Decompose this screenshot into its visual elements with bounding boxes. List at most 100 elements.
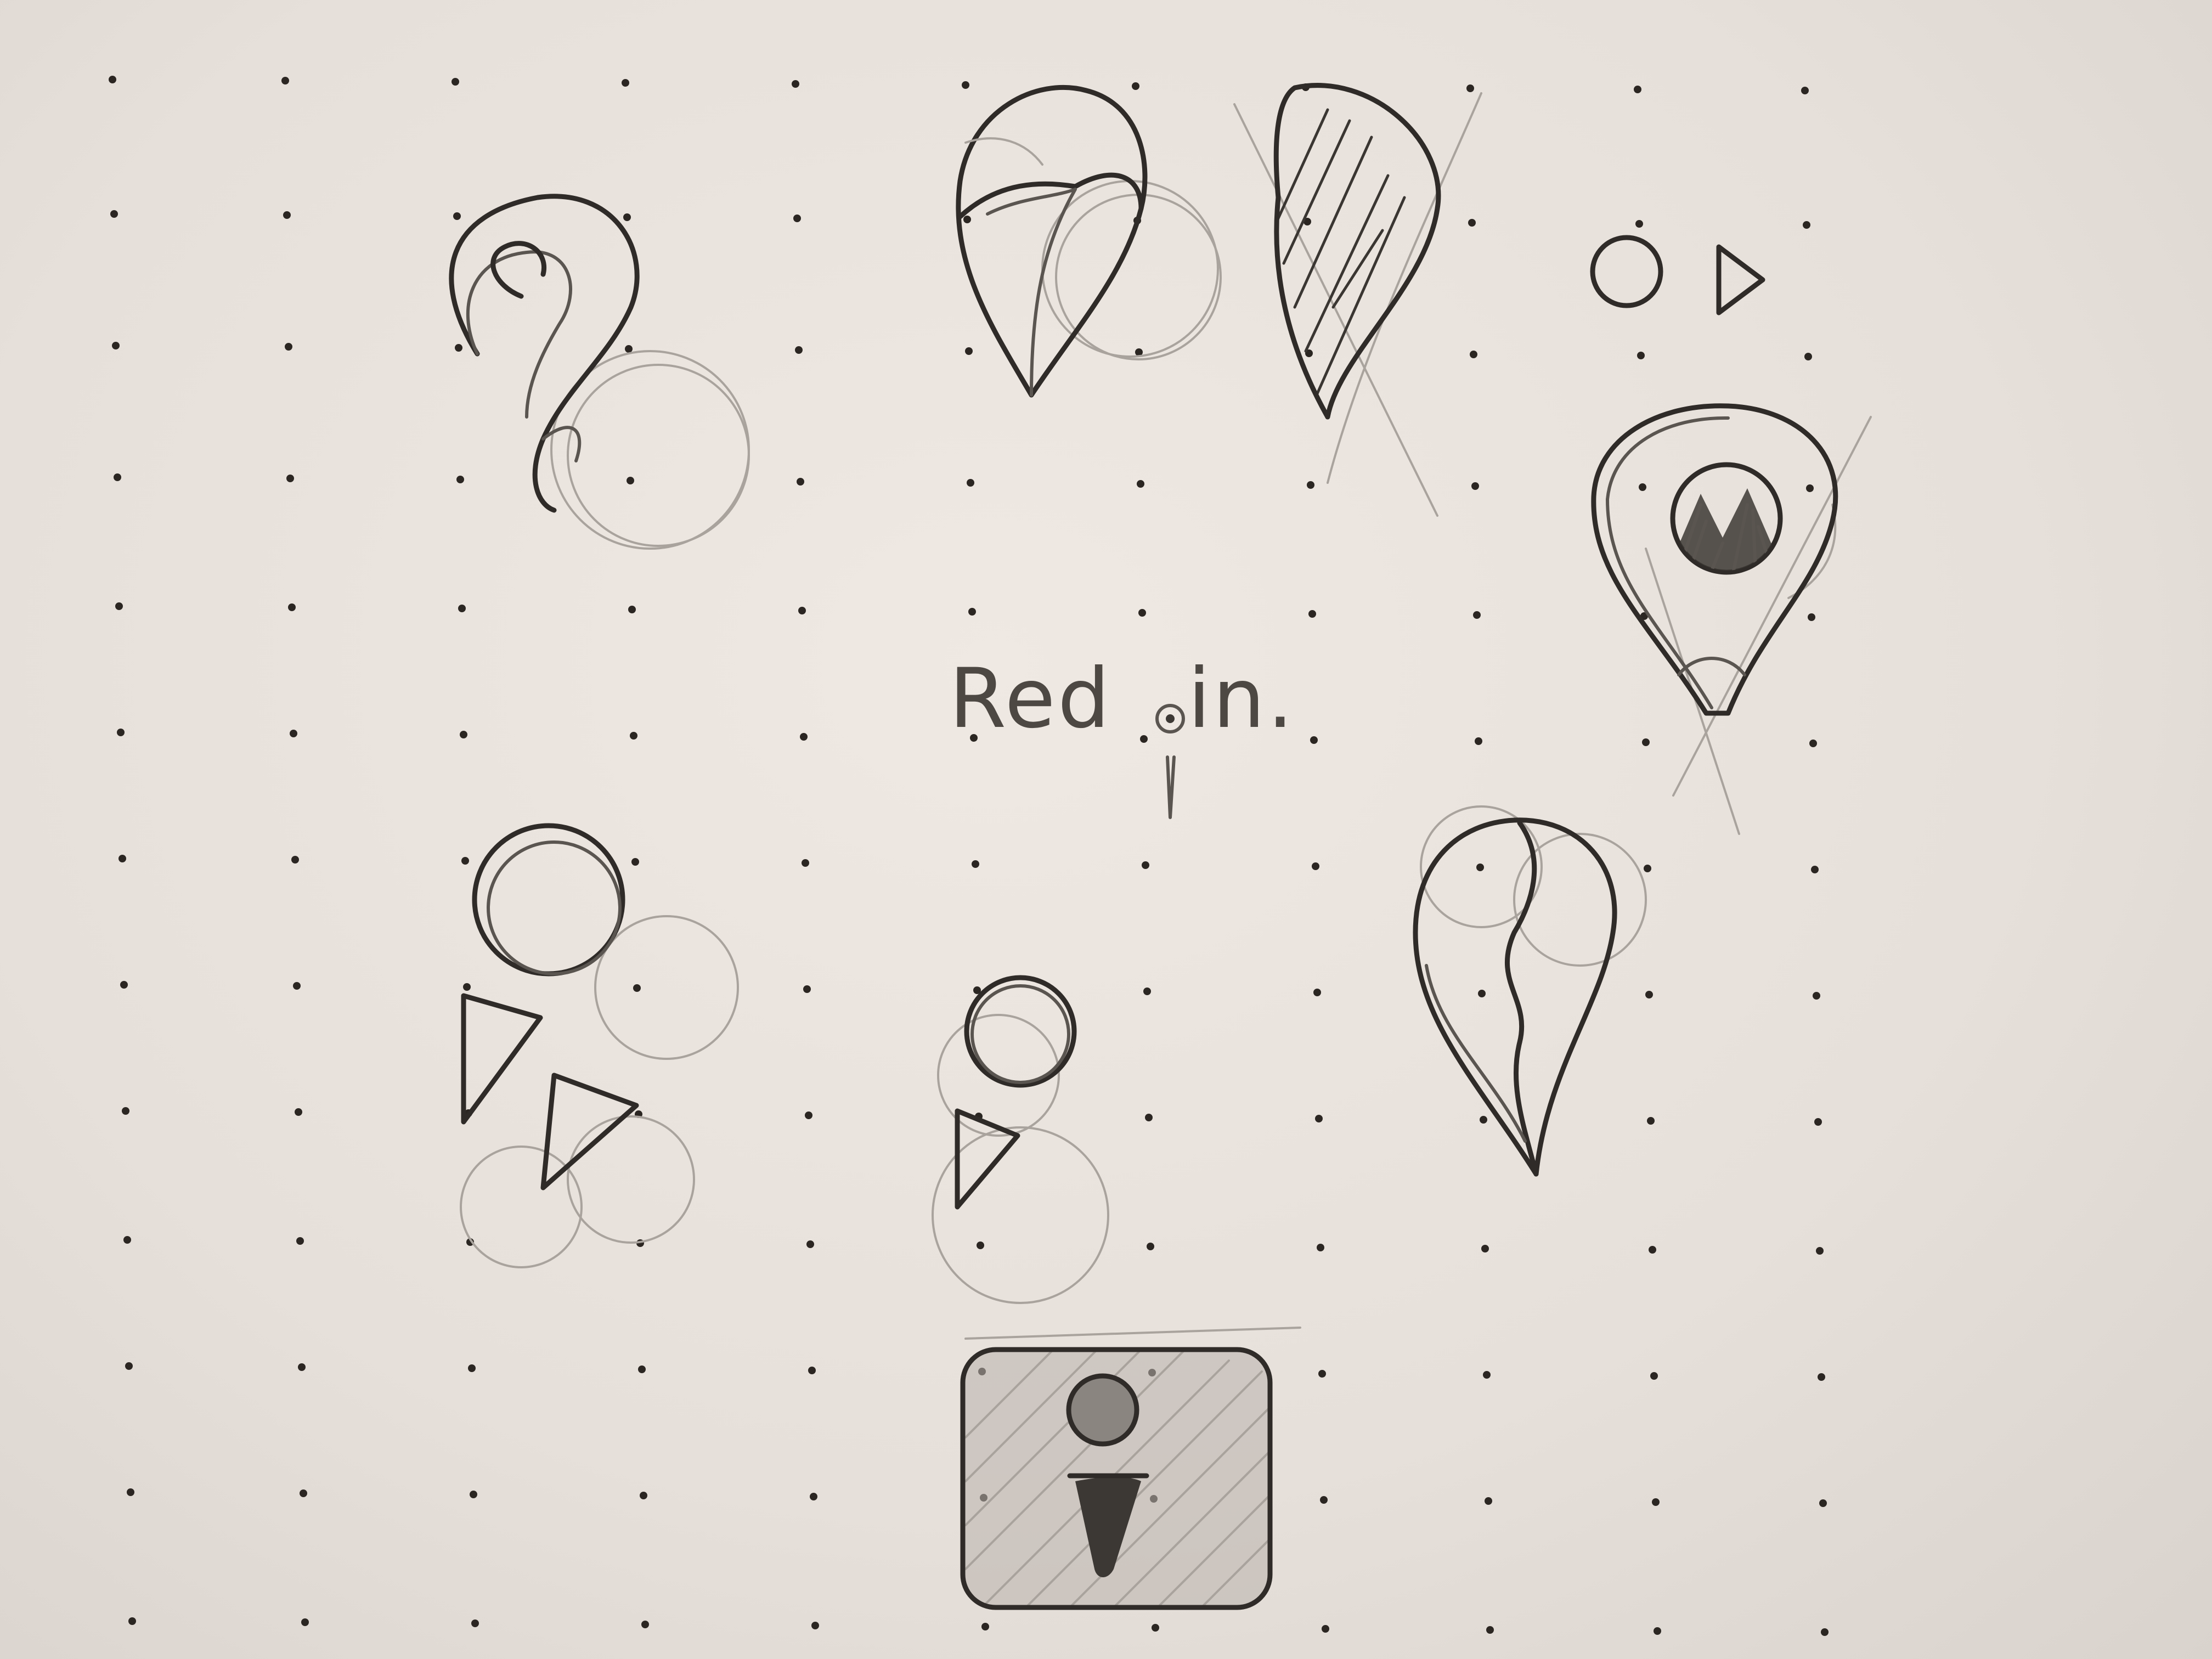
- grid-dot: [125, 1362, 133, 1370]
- grid-dot: [972, 860, 979, 868]
- grid-dot: [293, 982, 301, 990]
- grid-dot: [1814, 1118, 1822, 1126]
- grid-dot: [1654, 1627, 1661, 1635]
- grid-dot: [290, 730, 297, 737]
- grid-dot: [470, 1491, 477, 1498]
- grid-dot: [1138, 609, 1146, 617]
- grid-dot: [285, 343, 292, 351]
- grid-dot: [453, 212, 461, 220]
- grid-dot: [1816, 1247, 1824, 1255]
- grid-dot: [1645, 991, 1653, 998]
- grid-dot: [1473, 611, 1481, 619]
- grid-dot: [1819, 1499, 1827, 1507]
- grid-dot: [623, 213, 631, 221]
- grid-dot: [1650, 1372, 1658, 1380]
- single-circle-play-icon: [932, 975, 1109, 1304]
- grid-dot: [802, 859, 809, 867]
- grid-dot: [628, 606, 636, 613]
- grid-dot: [298, 1363, 306, 1371]
- grid-dot: [296, 1237, 304, 1245]
- grid-dot: [283, 211, 291, 219]
- grid-dot: [625, 345, 633, 353]
- wave-split-pin-icon: [1413, 805, 1647, 1177]
- grid-dot: [1809, 740, 1817, 747]
- grid-dot: [803, 985, 811, 993]
- grid-dot: [1652, 1498, 1660, 1506]
- grid-dot: [1142, 861, 1149, 869]
- grid-dot: [641, 1621, 649, 1628]
- grid-dot: [1647, 1117, 1655, 1125]
- grid-dot: [805, 1111, 812, 1119]
- grid-dot: [300, 1489, 307, 1497]
- grid-dot: [800, 733, 808, 741]
- grid-dot: [1143, 988, 1151, 995]
- grid-dot: [1634, 86, 1641, 93]
- grid-dot: [295, 1108, 302, 1116]
- grid-dot: [1313, 989, 1321, 996]
- grid-dot: [109, 76, 116, 83]
- grid-dot: [630, 732, 637, 740]
- grid-dot: [463, 983, 471, 991]
- grid-dot: [1318, 1370, 1326, 1378]
- grid-dot: [1637, 352, 1645, 359]
- grid-dot: [1649, 1246, 1656, 1254]
- grid-dot: [1481, 1245, 1489, 1252]
- grid-dot: [1317, 1244, 1324, 1251]
- grid-dot: [114, 473, 121, 481]
- grid-dot: [112, 342, 120, 349]
- grid-dot: [806, 1240, 814, 1248]
- grid-dot: [128, 1617, 136, 1625]
- grid-dot: [1466, 84, 1474, 92]
- grid-dot: [631, 858, 639, 866]
- grid-dot: [967, 479, 974, 487]
- grid-dot: [1486, 1626, 1494, 1634]
- grid-dot: [1808, 613, 1815, 621]
- grid-dot: [1137, 480, 1144, 488]
- grid-dot: [793, 215, 801, 222]
- grid-dot: [122, 1107, 129, 1115]
- grid-dot: [1478, 990, 1486, 997]
- grid-dot: [1476, 864, 1484, 871]
- grid-dot: [808, 1367, 816, 1374]
- grid-dot: [286, 475, 294, 482]
- grid-dot: [968, 608, 976, 616]
- grid-dot: [288, 603, 296, 611]
- grid-dot: [461, 857, 469, 865]
- grid-dot: [471, 1620, 479, 1627]
- grid-dot: [1145, 1114, 1153, 1121]
- grid-dot: [1644, 865, 1651, 872]
- grid-dot: [119, 855, 126, 862]
- grid-dot: [120, 981, 128, 989]
- grid-dot: [1483, 1371, 1491, 1379]
- hatched-teardrop-pin-icon: [1233, 83, 1482, 517]
- grid-dot: [456, 476, 464, 483]
- grid-dot: [795, 346, 803, 354]
- grid-dot: [115, 602, 123, 610]
- grid-dot: [1152, 1624, 1159, 1632]
- grid-dot: [638, 1365, 646, 1373]
- grid-dot: [281, 77, 289, 84]
- grid-dot: [1312, 862, 1319, 870]
- grid-dot: [977, 1242, 984, 1249]
- grid-dot: [123, 1236, 131, 1244]
- grid-dot: [1642, 738, 1650, 746]
- grid-dot: [1310, 736, 1318, 744]
- grid-dot: [1818, 1373, 1825, 1381]
- grid-dot: [1480, 1116, 1487, 1124]
- grid-dot: [798, 607, 806, 614]
- grid-dot: [1485, 1497, 1492, 1505]
- grid-dot: [797, 478, 804, 486]
- circle-play-icon: [1590, 235, 1765, 315]
- grid-dot: [1803, 221, 1810, 229]
- dot-grid-paper-sketch: Red in.: [0, 0, 2212, 1659]
- grid-dot: [117, 729, 125, 736]
- grid-dot: [1315, 1115, 1323, 1122]
- grid-dot: [965, 347, 973, 355]
- grid-dot: [458, 605, 466, 612]
- grid-dot: [963, 216, 971, 223]
- grid-dot: [1811, 866, 1819, 873]
- grid-dot: [633, 984, 641, 992]
- grid-dot: [962, 81, 969, 89]
- grid-dot: [110, 210, 118, 218]
- wordmark-part-1: Red: [949, 651, 1112, 747]
